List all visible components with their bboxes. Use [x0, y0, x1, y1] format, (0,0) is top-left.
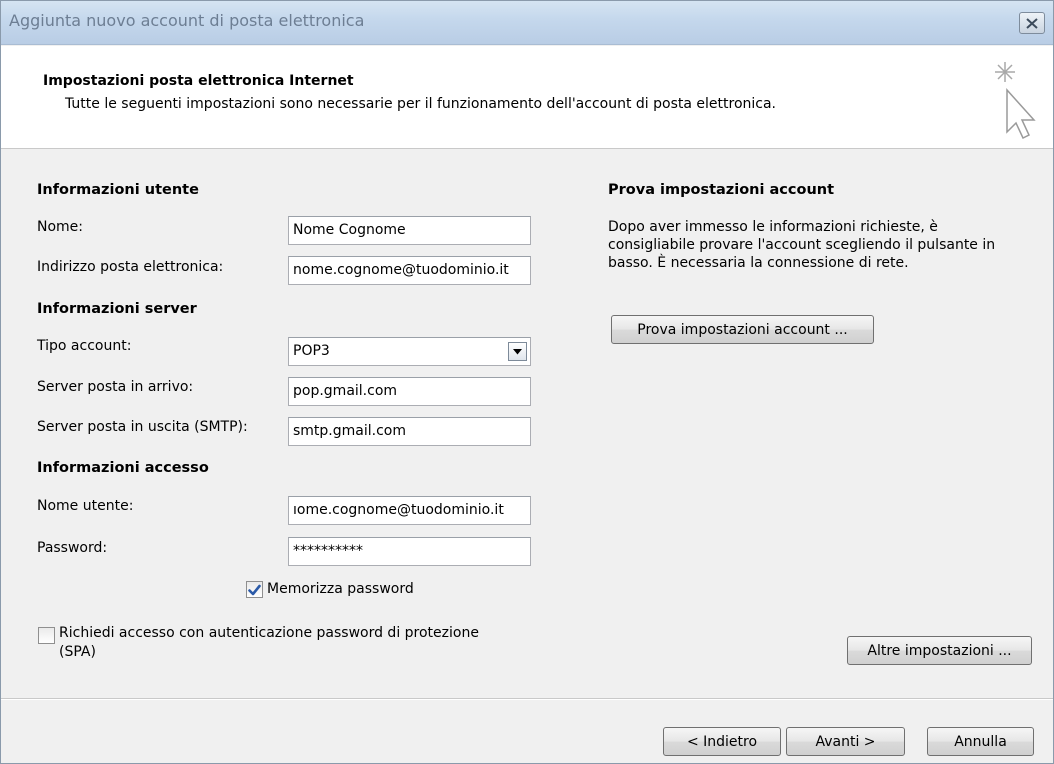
back-button[interactable]: < Indietro [663, 727, 781, 756]
test-account-settings-button[interactable]: Prova impostazioni account ... [611, 315, 874, 344]
cancel-button[interactable]: Annulla [927, 727, 1034, 756]
chevron-down-icon [513, 348, 522, 354]
username-label: Nome utente: [37, 498, 134, 514]
window-title: Aggiunta nuovo account di posta elettron… [9, 11, 365, 30]
account-type-label: Tipo account: [37, 338, 132, 354]
remember-password-checkbox[interactable] [246, 581, 263, 598]
incoming-server-input[interactable]: pop.gmail.com [288, 377, 531, 406]
password-input[interactable]: ********** [288, 537, 531, 566]
name-label: Nome: [37, 219, 84, 235]
test-settings-title: Prova impostazioni account [608, 182, 835, 198]
header-subtitle: Tutte le seguenti impostazioni sono nece… [65, 96, 776, 112]
spa-checkbox[interactable] [38, 627, 55, 644]
account-type-select[interactable]: POP3 [288, 337, 531, 366]
password-label: Password: [37, 540, 108, 556]
user-info-title: Informazioni utente [37, 182, 199, 198]
email-input[interactable]: nome.cognome@tuodominio.it [288, 256, 531, 285]
next-button[interactable]: Avanti > [786, 727, 905, 756]
logon-info-title: Informazioni accesso [37, 460, 209, 476]
cursor-sparkle-icon [995, 62, 1036, 140]
close-button[interactable] [1019, 12, 1045, 34]
dialog-window: Aggiunta nuovo account di posta elettron… [0, 0, 1054, 764]
name-input[interactable]: Nome Cognome [288, 216, 531, 245]
account-type-value: POP3 [293, 343, 330, 359]
test-description-line3: basso. È necessaria la connessione di re… [608, 255, 909, 271]
outgoing-server-input[interactable]: smtp.gmail.com [288, 417, 531, 446]
incoming-server-label: Server posta in arrivo: [37, 379, 194, 395]
email-label: Indirizzo posta elettronica: [37, 259, 224, 275]
test-description-line1: Dopo aver immesso le informazioni richie… [608, 219, 938, 235]
footer-divider [1, 698, 1053, 700]
close-icon [1026, 17, 1038, 29]
more-settings-button[interactable]: Altre impostazioni ... [847, 636, 1032, 665]
spa-label-line1[interactable]: Richiedi accesso con autenticazione pass… [59, 625, 479, 641]
test-description-line2: consigliabile provare l'account sceglien… [608, 237, 996, 253]
username-input[interactable]: ıome.cognome@tuodominio.it [288, 496, 531, 525]
server-info-title: Informazioni server [37, 301, 197, 317]
outgoing-server-label: Server posta in uscita (SMTP): [37, 419, 248, 435]
spa-label-line2[interactable]: (SPA) [59, 644, 96, 660]
checkmark-icon [248, 584, 261, 595]
header-title: Impostazioni posta elettronica Internet [43, 73, 354, 89]
title-bar[interactable]: Aggiunta nuovo account di posta elettron… [1, 1, 1053, 45]
dropdown-button[interactable] [508, 342, 527, 361]
remember-password-label[interactable]: Memorizza password [267, 581, 414, 597]
wizard-header: Impostazioni posta elettronica Internet … [1, 46, 1053, 149]
